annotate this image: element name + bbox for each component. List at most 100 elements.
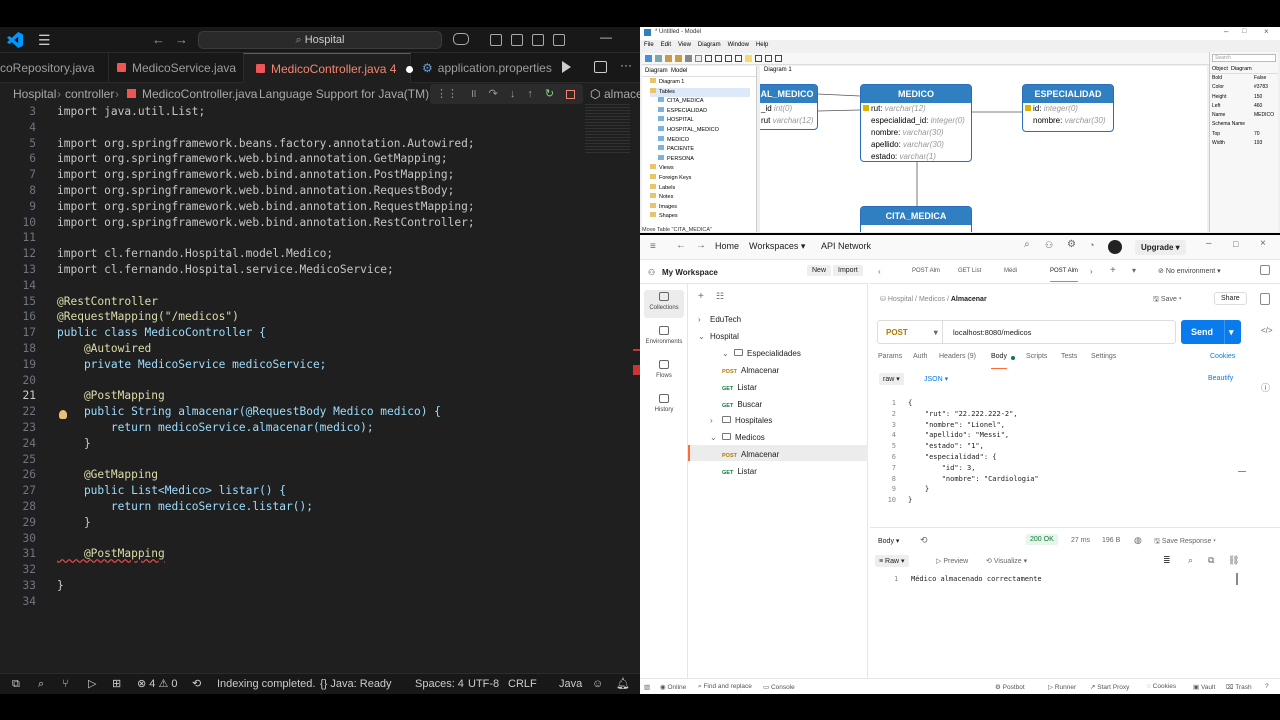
collection-tree-item[interactable]: GET Listar [722,467,757,476]
forward-icon[interactable]: → [175,32,188,47]
help-icon[interactable]: ? [1265,683,1269,690]
environments-icon[interactable] [659,326,669,335]
collection-tree-item[interactable]: ⌄ Especialidades [722,348,801,358]
response-time[interactable]: 27 ms [1071,537,1090,544]
property-row[interactable]: Name MEDICO [1210,111,1278,120]
shape-tool-icon[interactable] [765,55,772,62]
rail-label[interactable]: Environments [640,339,688,345]
tab-diagram[interactable]: Diagram [645,68,668,74]
footer-runner[interactable]: ▷ Runner [1048,683,1076,691]
minimize-icon[interactable]: — [600,30,612,44]
tree-item[interactable]: Diagram 1 [650,78,684,87]
request-subtab[interactable]: Headers (9) [939,353,976,360]
tree-item[interactable]: PERSONA [658,154,694,164]
breadcrumb-item[interactable]: controller [65,84,114,104]
code-icon[interactable]: </> [1261,326,1273,335]
collection-tree-item[interactable]: ⌄ Hospital [698,332,739,341]
request-subtab[interactable]: Auth [913,353,927,360]
environment-select[interactable]: ⊘ No environment ▾ [1158,267,1221,275]
layout-icon[interactable] [490,34,502,46]
status-spaces[interactable]: Spaces: 4 [415,674,464,695]
response-view-raw[interactable]: ≡ Raw ▾ [875,555,909,567]
property-row[interactable]: Schema Name [1210,120,1278,129]
pointer-icon[interactable] [695,55,702,62]
footer-proxy[interactable]: ↗ Start Proxy [1090,683,1129,691]
code-line[interactable]: public List<Medico> listar() { [57,484,286,497]
code-line[interactable]: } [57,579,64,592]
body-line[interactable]: "rut": "22.222.222-2", [908,410,1018,418]
run-icon[interactable] [562,61,571,73]
new-tab-icon[interactable]: + [1110,265,1116,276]
collection-tree-item[interactable]: GET Listar [722,383,757,392]
code-line[interactable]: import org.springframework.web.bind.anno… [57,168,454,181]
stop-icon[interactable] [566,89,576,99]
request-subtab[interactable]: Body [991,353,1007,369]
close-icon[interactable]: × [1260,238,1266,249]
code-line[interactable]: } [57,516,91,529]
save-response-button[interactable]: 🖫︎ Save Response ▾ [1154,537,1216,548]
back-icon[interactable]: ← [152,32,165,47]
crumb-item[interactable]: Almacenar [951,296,987,303]
docs-icon[interactable] [1260,293,1270,305]
method-select[interactable]: POST ▾ [886,328,938,337]
breadcrumb-item[interactable]: Hospital [13,84,56,104]
entity-al-medico[interactable]: AL_MEDICO _id int(0) rut varchar(12) [760,84,818,130]
body-line[interactable]: "nombre": "Cardiologia" [908,475,1039,483]
body-line[interactable]: "especialidad": { [908,453,997,461]
body-line[interactable]: "id": 3, [908,464,976,472]
wrap-icon[interactable]: ≣ [1163,555,1171,566]
code-line[interactable]: import org.springframework.web.bind.anno… [57,216,475,229]
search-icon[interactable]: ⌕ [1188,555,1193,566]
footer-vault[interactable]: ▣ Vault [1193,683,1215,691]
collection-tree-item[interactable]: › EduTech [698,315,741,324]
entity-especialidad[interactable]: ESPECIALIDAD id: integer(0) nombre: varch… [1022,84,1114,132]
request-subtab[interactable]: Tests [1061,353,1077,360]
body-line[interactable]: "apellido": "Messi", [908,431,1009,439]
menu-item[interactable]: File [644,42,654,51]
send-button[interactable]: Send ▾ [1181,320,1241,344]
layout-icons[interactable] [490,34,580,46]
tab-diagram-props[interactable]: Diagram [1231,66,1252,72]
beautify-link[interactable]: Beautify [1208,375,1233,382]
sidebar-toggle-icon[interactable] [511,34,523,46]
import-button[interactable]: Import [833,265,863,276]
code-line[interactable]: return medicoService.almacenar(medico); [57,421,374,434]
tree-item[interactable]: PACIENTE [658,145,694,154]
request-subtab[interactable]: Settings [1091,353,1116,360]
search-icon[interactable]: ⌕ [38,674,44,695]
branch-icon[interactable]: ⑂ [62,674,69,695]
invite-icon[interactable]: ⚇ [1045,240,1053,251]
label-tool-icon[interactable] [735,55,742,62]
step-over-icon[interactable]: ↷ [489,84,498,104]
view-tool-icon[interactable] [715,55,722,62]
undo-icon[interactable] [665,55,672,62]
collection-tree-item[interactable]: › Hospitales [710,416,772,425]
footer-postbot[interactable]: ⚙ Postbot [995,683,1025,691]
code-line[interactable]: private MedicoService medicoService; [57,358,326,371]
crumb-item[interactable]: Medicos [919,296,945,303]
scrollbar[interactable] [1238,471,1246,472]
breadcrumb-item[interactable]: MedicoController.java [142,84,257,104]
menu-item[interactable]: View [678,42,691,51]
body-line[interactable]: { [908,399,912,407]
remote-icon[interactable]: ⧉ [12,674,20,695]
add-icon[interactable]: + [698,291,704,302]
tab-model[interactable]: Model [671,68,687,74]
footer-find[interactable]: ⌕ Find and replace [698,683,752,691]
relation-line[interactable] [817,109,861,112]
secondary-sidebar-icon[interactable] [553,34,565,46]
code-line[interactable]: @Autowired [57,342,151,355]
entity-medico[interactable]: MEDICO rut: varchar(12) especialidad_id: … [860,84,972,162]
response-view-preview[interactable]: ▷ Preview [936,557,968,565]
status-badge[interactable]: 200 OK [1026,534,1058,545]
code-line[interactable]: import org.springframework.web.bind.anno… [57,184,454,197]
share-button[interactable]: Share [1214,292,1247,305]
body-line[interactable]: } [908,496,912,504]
code-line[interactable]: } [57,437,91,450]
tree-item[interactable]: Labels [650,183,675,193]
request-subtab[interactable]: Scripts [1026,353,1047,360]
tree-item[interactable]: ESPECIALIDAD [658,106,707,116]
footer-trash[interactable]: ⌧ Trash [1226,683,1252,691]
code-line[interactable]: @GetMapping [57,468,158,481]
code-line[interactable]: public class MedicoController { [57,326,266,339]
